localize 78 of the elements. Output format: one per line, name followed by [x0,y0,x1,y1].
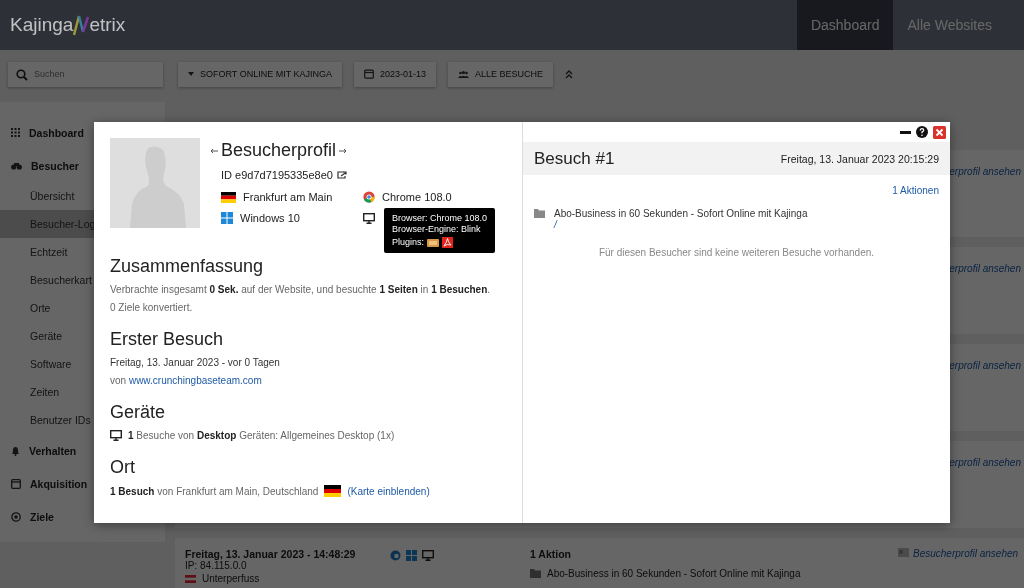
logo-text: etrix [89,14,126,36]
folder-icon [534,209,545,218]
monitor-icon [110,430,122,441]
people-icon [458,70,470,78]
profile-title: Besucherprofil [221,140,337,161]
page-path-link[interactable]: / [523,219,557,230]
browser-text: Chrome 108.0 [382,191,452,203]
segment-button[interactable]: ALLE BESUCHE [448,61,554,87]
monitor-icon [363,212,375,224]
section-title: Zusammenfassung [110,256,265,277]
section-title: Ort [110,457,136,478]
plugin-icon [427,238,440,247]
location-text: 1 Besuch von Frankfurt am Main, Deutschland [110,485,319,497]
sidebar-item[interactable]: Dashboard [0,116,165,149]
search-icon [16,68,28,81]
flag-icon [221,191,236,203]
sidebar-item[interactable]: Besucher [0,149,165,182]
summary-text: Verbrachte insgesamt 0 Sek. auf der Website, und besuchte 1 Seiten in 1 Besuchen. [110,284,492,295]
arrow-left-icon[interactable] [210,147,218,154]
calendar-icon [11,478,21,489]
visit-datetime: Freitag, 13. Januar 2023 - 14:48:29 [185,548,357,560]
first-visit-date: Freitag, 13. Januar 2023 - vor 0 Tagen [110,357,281,368]
bell-icon [11,445,20,456]
section-title: Erster Besuch [110,329,225,350]
browser-icon [363,191,375,203]
tooltip-text: Plugins: [392,237,425,248]
arrow-right-icon[interactable] [339,147,348,154]
plugin-icon [442,237,454,248]
section-title: Geräte [110,402,167,423]
site-dropdown[interactable]: SOFORT ONLINE MIT KAJINGA [178,61,343,87]
devices-text: 1 Besuche von Desktop Geräten: Allgemeines Desktop (1x) [128,430,395,441]
logo-text: Kajinga [10,14,74,36]
help-icon[interactable] [916,126,928,138]
profile-link[interactable]: erprofil ansehen [949,166,1021,237]
profile-link[interactable]: Besucherprofil ansehen [913,548,1019,559]
window-grid-icon [406,550,417,561]
monitor-icon [422,550,434,561]
binoculars-icon [11,161,22,170]
city-text: Unterperfuss [202,573,260,584]
os-text: Windows 10 [240,212,300,224]
profile-link[interactable]: erprofil ansehen [949,360,1021,431]
sidebar-item[interactable]: Ziele [0,500,165,533]
empty-message: Für diesen Besucher sind keine weiteren Besuche vorhanden. [597,247,876,258]
tooltip-text: Browser: Chrome 108.0 [392,213,488,224]
close-icon[interactable] [933,125,946,139]
collapse-icon[interactable] [565,69,574,79]
map-link[interactable]: (Karte einblenden) [347,485,430,497]
profile-link[interactable]: erprofil ansehen [949,457,1021,528]
browser-icon [390,550,401,561]
profile-card-icon [898,548,909,557]
referrer-link[interactable]: www.crunchingbaseteam.com [128,375,262,386]
page-title: Abo-Business in 60 Sekunden - Sofort Online mit Kajinga [554,208,808,219]
actions-link[interactable]: 1 Aktionen [892,185,939,196]
logo-mark-icon [73,14,90,36]
flag-icon [185,574,196,583]
profile-link[interactable]: erprofil ansehen [949,263,1021,334]
summary-text: 0 Ziele konvertiert. [110,302,194,313]
target-icon [11,511,21,522]
referrer-text: von www.crunchingbaseteam.com [110,375,263,386]
grid-icon [11,128,20,137]
actions-count: 1 Aktion [530,548,573,560]
visit-datetime: Freitag, 13. Januar 2023 20:15:29 [780,152,939,165]
date-button[interactable]: 2023-01-13 [354,61,437,87]
nav-link[interactable]: Dashboard [796,0,894,50]
ip-text: IP: 84.115.0.0 [185,560,248,571]
flag-icon [324,485,342,497]
avatar-icon [110,138,200,228]
visit-title: Besuch #1 [534,148,615,169]
calendar-icon [364,69,375,79]
page-title: Abo-Business in 60 Sekunden - Sofort Online mit Kajinga [547,568,801,579]
window-grid-icon [221,212,233,224]
minimize-icon[interactable] [900,130,911,134]
export-icon[interactable] [336,171,347,179]
visitor-id: ID e9d7d7195335e8e0 [221,169,333,181]
caret-icon [188,72,194,76]
tooltip-text: Browser-Engine: Blink [392,224,482,235]
folder-icon [530,569,541,578]
city-text: Frankfurt am Main [243,191,333,203]
